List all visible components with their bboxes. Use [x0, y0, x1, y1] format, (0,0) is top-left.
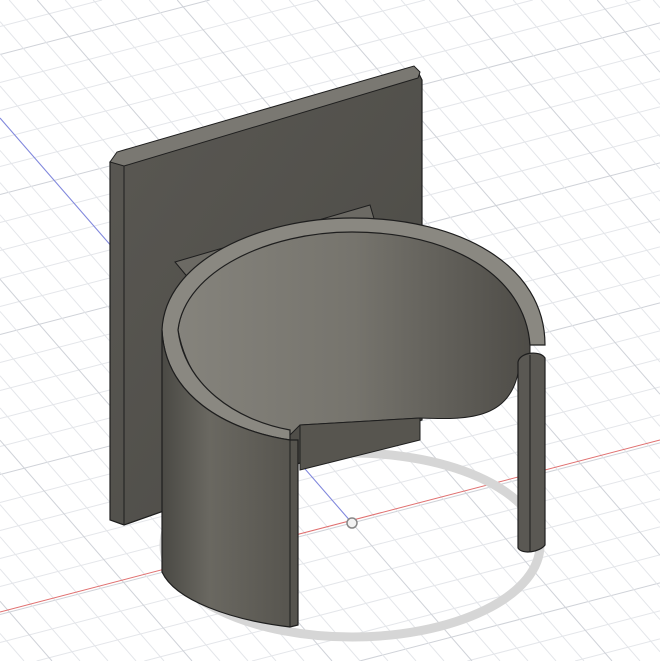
model-canvas[interactable]: [0, 0, 660, 661]
grid-line-z: [596, 0, 660, 73]
grid-line-z: [624, 0, 660, 41]
origin-marker-icon[interactable]: [346, 517, 358, 529]
grid-line-x: [0, 0, 210, 56]
grid-line-x: [574, 638, 660, 661]
cad-3d-viewport[interactable]: [0, 0, 660, 661]
grid-line-x: [0, 442, 660, 616]
grid-line-x: [0, 0, 103, 28]
grid-line-z: [568, 0, 660, 105]
grid-line-z: [456, 0, 660, 234]
grid-line-z: [0, 536, 109, 661]
ring-outer-wall-right[interactable]: [517, 352, 546, 553]
grid-line-z: [428, 0, 660, 266]
grid-line-z: [652, 0, 660, 9]
plate-through-opening: [299, 417, 421, 471]
grid-line-z: [540, 0, 660, 137]
grid-line-x: [0, 470, 660, 644]
